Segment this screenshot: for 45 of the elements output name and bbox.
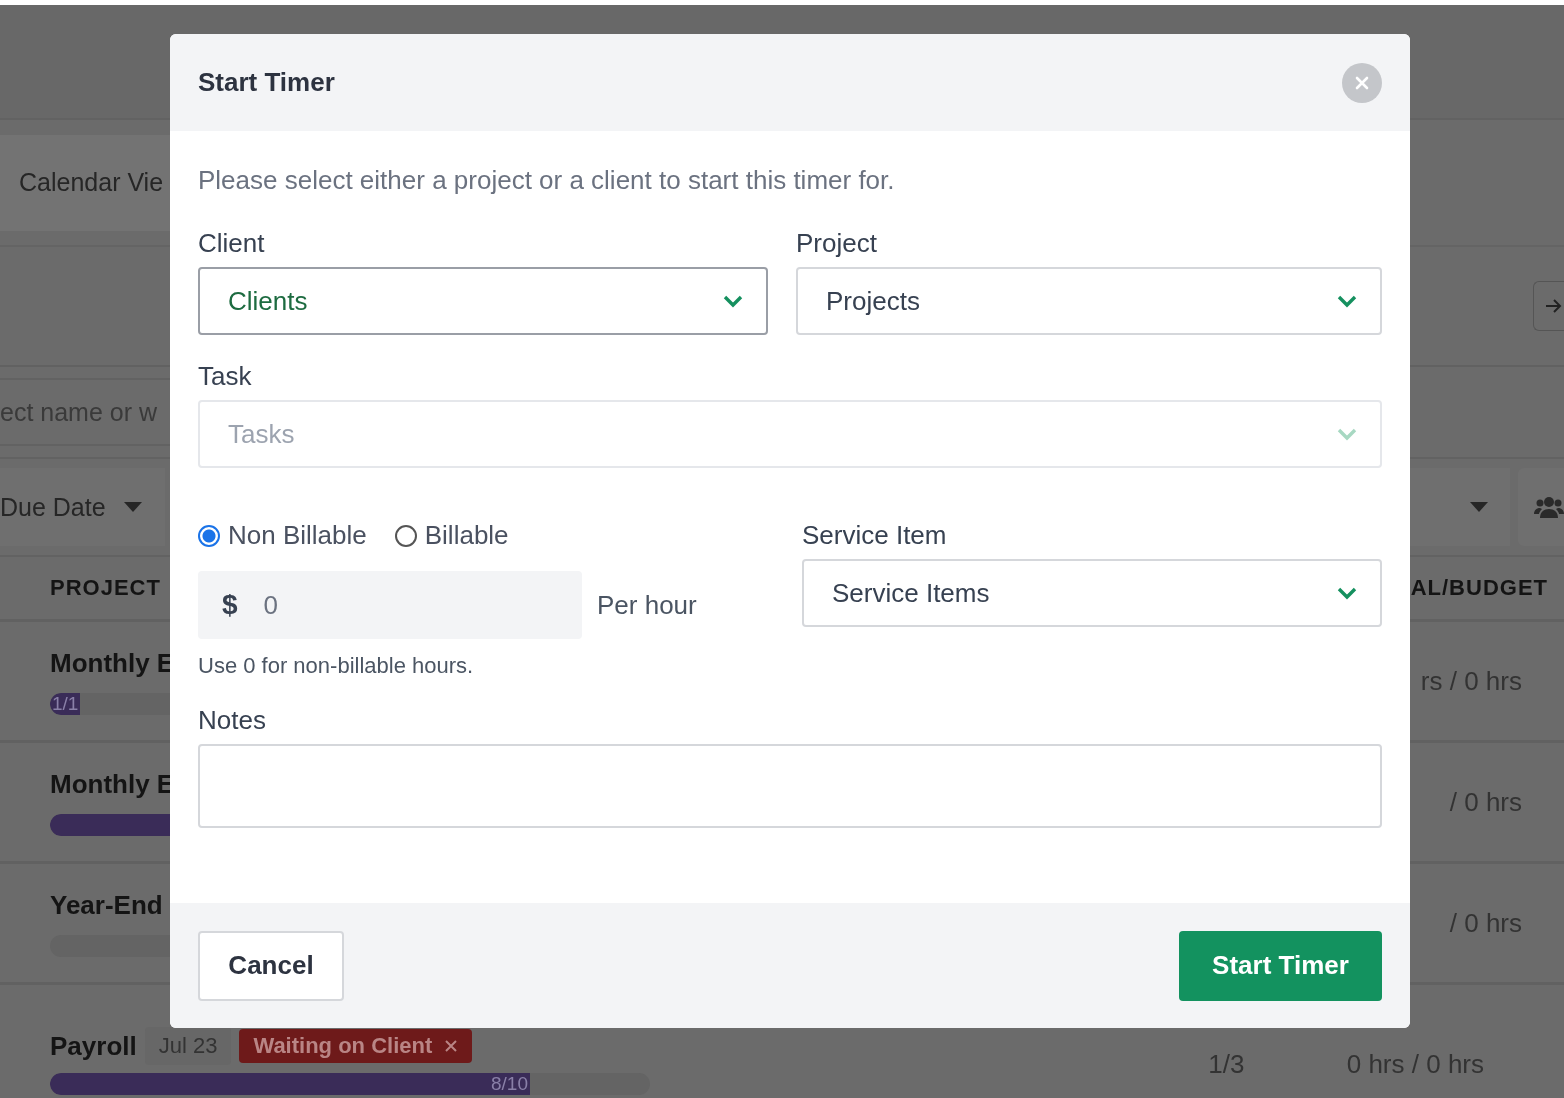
hint-text: Use 0 for non-billable hours. <box>198 653 475 679</box>
select-field[interactable]: Service Items <box>802 559 1382 627</box>
hours-text: / 0 hrs <box>1449 786 1522 818</box>
cancel-button[interactable]: Cancel <box>198 930 344 1001</box>
instruction-text: Please select either a project or a client to start this timer for. <box>198 165 896 196</box>
field-label: Service Item <box>802 520 948 551</box>
radio-icon[interactable] <box>198 524 220 547</box>
view-tab[interactable]: Calendar Vie <box>0 134 170 231</box>
column-header: PROJECT <box>50 575 161 601</box>
field-label: Notes <box>198 705 267 736</box>
export-button[interactable] <box>1533 281 1564 331</box>
chevron-down-icon <box>1336 294 1358 308</box>
field-label: Task <box>198 361 253 392</box>
chevron-down-icon <box>1336 427 1358 441</box>
rate-field[interactable]: $ 0 <box>198 571 582 639</box>
notes-field[interactable] <box>198 744 1382 828</box>
hours-text: 0 hrs / 0 hrs <box>1346 1049 1484 1080</box>
field-label: Client <box>198 228 266 259</box>
close-icon <box>1354 74 1370 91</box>
task-count: 1/3 <box>1208 1049 1245 1080</box>
caret-icon <box>1470 502 1488 512</box>
start-timer-button[interactable]: Start Timer <box>1179 930 1382 1001</box>
chevron-down-icon <box>1336 586 1358 600</box>
dialog-title: Start Timer <box>198 67 335 98</box>
team-button[interactable] <box>1518 468 1564 546</box>
status-tag: Waiting on Client <box>239 1029 473 1063</box>
radio-option[interactable]: Non Billable <box>198 520 367 551</box>
select-field[interactable]: Clients <box>198 267 768 335</box>
column-header: AL/BUDGET <box>1410 575 1548 601</box>
people-icon <box>1534 494 1564 520</box>
project-name[interactable]: Payroll <box>50 1030 137 1062</box>
caret-icon <box>123 502 142 512</box>
progress-label: 1/1 <box>52 692 79 715</box>
hours-text: / 0 hrs <box>1449 907 1522 939</box>
close-icon[interactable] <box>444 1039 459 1053</box>
project-name[interactable]: Year-End <box>50 889 170 921</box>
hours-text: rs / 0 hrs <box>1420 665 1522 697</box>
progress-label: 8/10 <box>490 1073 529 1095</box>
radio-option[interactable]: Billable <box>394 520 509 551</box>
field-label: Project <box>796 228 878 259</box>
chevron-down-icon <box>722 294 744 308</box>
select-field[interactable]: Projects <box>796 267 1382 335</box>
radio-icon[interactable] <box>394 524 417 547</box>
sort-dropdown[interactable]: Due Date <box>0 468 165 546</box>
rate-unit: Per hour <box>597 589 697 621</box>
